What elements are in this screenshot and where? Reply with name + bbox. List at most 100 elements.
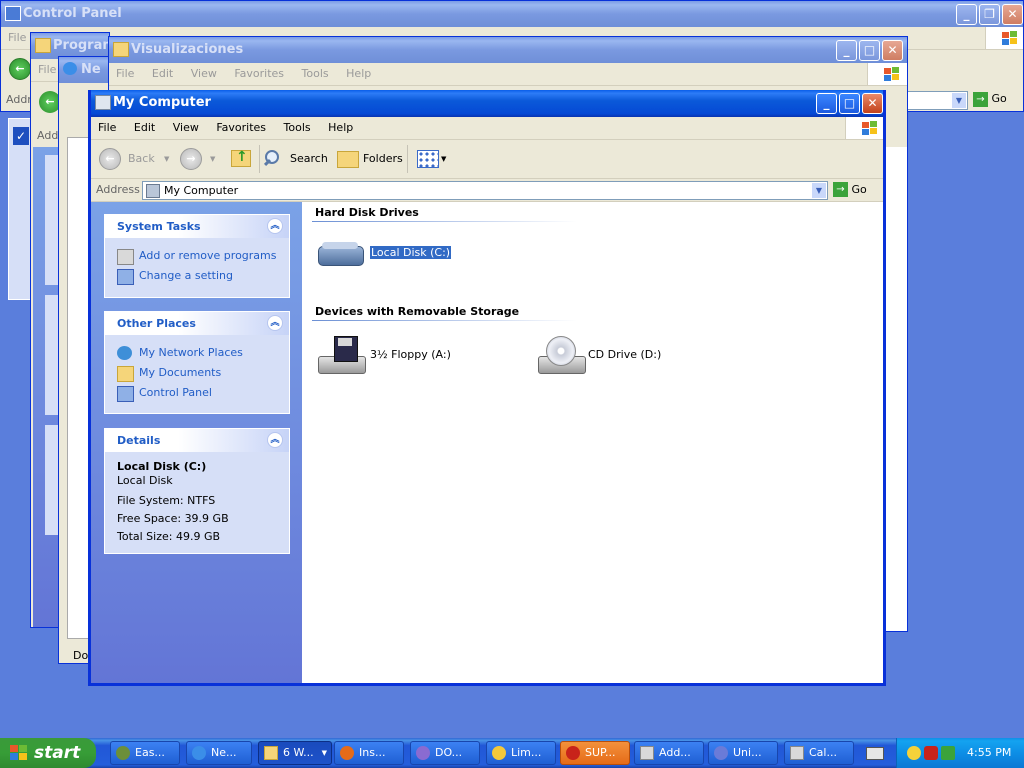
content-area: Hard Disk Drives Local Disk (C:) Devices… <box>302 202 883 683</box>
maximize-button[interactable]: □ <box>859 40 880 61</box>
menu-tools[interactable]: Tools <box>295 63 336 85</box>
up-folder-button[interactable]: ↑ <box>231 147 253 171</box>
folder-icon <box>35 38 51 53</box>
details-name: Local Disk (C:) <box>117 460 207 473</box>
system-tray: 4:55 PM <box>896 738 1024 768</box>
taskbar-button-do[interactable]: DO... <box>410 741 480 765</box>
control-panel-title: Control Panel <box>23 6 122 21</box>
start-button[interactable]: start <box>0 738 96 768</box>
go-arrow-icon: → <box>833 182 848 197</box>
taskbar-button-uni[interactable]: Uni... <box>708 741 778 765</box>
details-type: Local Disk <box>117 474 173 487</box>
my-computer-icon <box>146 184 160 198</box>
tray-network-icon[interactable] <box>941 746 955 760</box>
address-bar: Address My Computer ▼ → Go <box>91 179 883 202</box>
tray-smiley-icon[interactable] <box>907 746 921 760</box>
details-panel: Details ︽ Local Disk (C:) Local Disk Fil… <box>104 428 290 554</box>
windows-logo <box>845 117 883 139</box>
change-setting-link[interactable]: Change a setting <box>105 266 289 286</box>
control-panel-icon <box>117 386 134 402</box>
collapse-chevron-icon[interactable]: ︽ <box>267 218 283 234</box>
dropdown-arrow-icon: ▼ <box>441 155 447 163</box>
close-button[interactable]: ✕ <box>882 40 903 61</box>
collapse-chevron-icon[interactable]: ︽ <box>267 432 283 448</box>
taskbar-button-ins[interactable]: Ins... <box>334 741 404 765</box>
maximize-button[interactable]: ❐ <box>979 4 1000 25</box>
add-remove-programs-link[interactable]: Add or remove programs <box>105 246 289 266</box>
close-button[interactable]: ✕ <box>862 93 883 114</box>
menu-favorites[interactable]: Favorites <box>227 63 291 85</box>
taskbar-button-windows-group[interactable]: 6 W... ▼ <box>258 741 332 765</box>
app-icon <box>714 746 728 760</box>
network-title: Ne <box>81 62 101 77</box>
taskbar-button-sup[interactable]: SUP... <box>560 741 630 765</box>
toolbar-separator <box>407 145 408 173</box>
details-title: Details <box>117 434 161 447</box>
cd-drive-item[interactable]: CD Drive (D:) <box>536 334 686 384</box>
back-arrow-icon[interactable]: ← <box>9 58 31 80</box>
clock[interactable]: 4:55 PM <box>967 746 1011 759</box>
dropdown-arrow-icon: ▼ <box>210 155 216 163</box>
cd-drive-label: CD Drive (D:) <box>588 348 662 361</box>
menu-favorites[interactable]: Favorites <box>209 117 273 139</box>
visualizaciones-titlebar[interactable]: Visualizaciones _ □ ✕ <box>109 37 907 63</box>
my-documents-link[interactable]: My Documents <box>105 363 289 383</box>
minimize-button[interactable]: _ <box>956 4 977 25</box>
go-arrow-icon: → <box>973 92 988 107</box>
collapse-chevron-icon[interactable]: ︽ <box>267 315 283 331</box>
go-button[interactable]: → Go <box>833 182 867 197</box>
minimize-button[interactable]: _ <box>816 93 837 114</box>
keyboard-icon[interactable] <box>866 747 884 760</box>
control-panel-link[interactable]: Control Panel <box>105 383 289 403</box>
menu-help[interactable]: Help <box>321 117 360 139</box>
menu-view[interactable]: View <box>184 63 224 85</box>
app-icon <box>416 746 430 760</box>
control-panel-icon <box>117 269 134 285</box>
tray-shield-icon[interactable] <box>924 746 938 760</box>
other-places-panel: Other Places ︽ My Network Places My Docu… <box>104 311 290 414</box>
folder-icon <box>113 42 129 57</box>
menu-edit[interactable]: Edit <box>145 63 180 85</box>
section-divider <box>312 221 577 222</box>
visualizaciones-title: Visualizaciones <box>131 42 244 57</box>
minimize-button[interactable]: _ <box>836 40 857 61</box>
go-button[interactable]: → Go <box>973 92 1007 107</box>
floppy-drive-item[interactable]: 3½ Floppy (A:) <box>316 334 466 384</box>
control-panel-titlebar[interactable]: Control Panel _ ❐ ✕ <box>1 1 1023 27</box>
menu-file[interactable]: File <box>91 117 123 139</box>
taskbar-button-ne[interactable]: Ne... <box>186 741 252 765</box>
dropdown-arrow-icon: ▼ <box>164 155 170 163</box>
internet-explorer-icon <box>192 746 206 760</box>
taskbar-button-eas[interactable]: Eas... <box>110 741 180 765</box>
app-icon <box>116 746 130 760</box>
views-icon <box>417 150 439 168</box>
chevron-down-icon[interactable]: ▼ <box>952 93 966 108</box>
taskbar-button-add[interactable]: Add... <box>634 741 704 765</box>
views-button[interactable]: ▼ <box>417 147 449 171</box>
menubar: File Edit View Favorites Tools Help <box>91 117 883 140</box>
my-computer-titlebar[interactable]: My Computer _ □ ✕ <box>91 90 883 117</box>
my-computer-window[interactable]: My Computer _ □ ✕ File Edit View Favorit… <box>88 90 886 686</box>
menu-help[interactable]: Help <box>339 63 378 85</box>
programs-title: Program <box>53 38 110 53</box>
firefox-icon <box>340 746 354 760</box>
menu-file[interactable]: File <box>109 63 141 85</box>
folders-icon <box>337 151 359 168</box>
app-icon <box>492 746 506 760</box>
menu-view[interactable]: View <box>166 117 206 139</box>
local-disk-item[interactable]: Local Disk (C:) <box>316 238 453 278</box>
address-field[interactable]: ▼ <box>906 91 968 110</box>
visualizaciones-menubar: File Edit View Favorites Tools Help <box>109 63 907 86</box>
taskbar-button-lim[interactable]: Lim... <box>486 741 556 765</box>
menu-file[interactable]: File <box>1 27 33 49</box>
menu-edit[interactable]: Edit <box>127 117 162 139</box>
taskbar-button-cal[interactable]: Cal... <box>784 741 854 765</box>
menu-tools[interactable]: Tools <box>277 117 318 139</box>
close-button[interactable]: ✕ <box>1002 4 1023 25</box>
maximize-button[interactable]: □ <box>839 93 860 114</box>
my-network-places-link[interactable]: My Network Places <box>105 343 289 363</box>
forward-button[interactable]: → ▼ <box>180 147 220 171</box>
chevron-down-icon[interactable]: ▼ <box>812 183 826 198</box>
task-pane: System Tasks ︽ Add or remove programs Ch… <box>91 202 302 683</box>
address-field[interactable]: My Computer ▼ <box>142 181 828 200</box>
